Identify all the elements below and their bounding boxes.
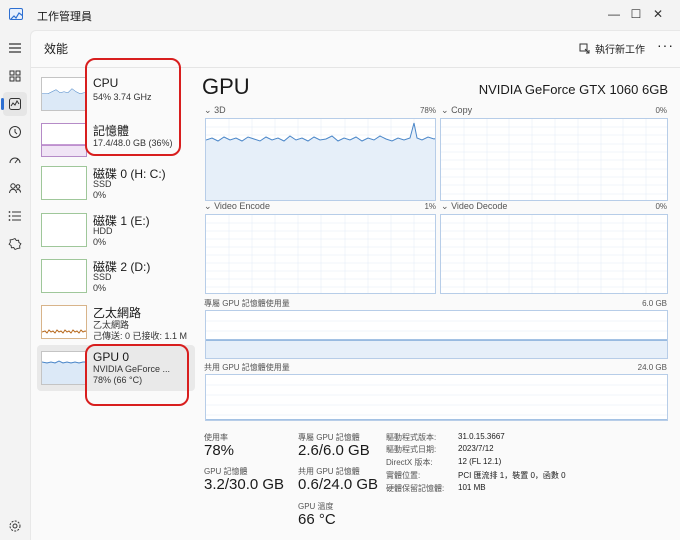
left-navigation <box>0 30 30 540</box>
engine-3d-graph-svg <box>206 119 435 200</box>
disk-1-thumbnail-graph <box>41 213 87 247</box>
gpu-temperature-value: 66 °C <box>298 511 336 528</box>
page-title: 效能 <box>44 42 69 56</box>
device-detail: 17.4/48.0 GB (36%) <box>93 138 173 148</box>
cpu-thumbnail-graph <box>41 77 87 111</box>
close-button[interactable]: ✕ <box>636 0 680 30</box>
engine-video-encode-percent: 1% <box>424 202 436 211</box>
chevron-down-icon: ⌄ <box>441 201 449 211</box>
users-icon[interactable] <box>3 176 27 200</box>
hardware-reserved-memory-label: 硬體保留記憶體: <box>386 484 445 493</box>
engine-3d-graph <box>205 118 436 201</box>
app-history-icon[interactable] <box>3 120 27 144</box>
settings-icon[interactable] <box>3 514 27 538</box>
task-manager-app-icon <box>9 8 23 20</box>
device-name: GPU 0 <box>93 350 130 364</box>
engine-copy-percent: 0% <box>655 106 667 115</box>
device-throughput: 己傳送: 0 已接收: 1.1 M <box>93 331 188 341</box>
physical-location-label: 實體位置: <box>386 471 421 480</box>
device-cpu[interactable]: CPU 54% 3.74 GHz <box>37 71 195 117</box>
title-bar: 工作管理員 — ☐ ✕ <box>0 0 680 30</box>
engine-video-encode-graph <box>205 214 436 294</box>
gpu-model: NVIDIA GeForce GTX 1060 6GB <box>478 82 668 97</box>
physical-location-value: PCI 匯流排 1，裝置 0，函數 0 <box>458 471 566 480</box>
device-type: SSD <box>93 179 112 189</box>
shared-memory-graph <box>205 374 668 421</box>
ethernet-thumbnail-graph <box>41 305 87 339</box>
run-new-task-button[interactable]: 執行新工作 <box>579 41 645 56</box>
device-name: CPU <box>93 76 119 90</box>
run-new-task-label: 執行新工作 <box>595 45 645 56</box>
directx-version-label: DirectX 版本: <box>386 458 433 467</box>
shared-memory-graph-svg <box>206 384 667 420</box>
driver-version-value: 31.0.15.3667 <box>458 432 505 441</box>
dedicated-memory-max: 6.0 GB <box>642 299 667 308</box>
more-options-button[interactable]: ··· <box>657 37 674 53</box>
engine-video-decode-percent: 0% <box>655 202 667 211</box>
chevron-down-icon: ⌄ <box>204 201 212 211</box>
device-type: SSD <box>93 272 112 282</box>
device-detail: 54% 3.74 GHz <box>93 92 152 102</box>
device-usage: 0% <box>93 190 107 200</box>
disk-0-thumbnail-graph <box>41 166 87 200</box>
services-icon[interactable] <box>3 232 27 256</box>
chevron-down-icon: ⌄ <box>204 105 212 115</box>
engine-copy-label[interactable]: ⌄ Copy <box>441 105 472 116</box>
device-gpu-0[interactable]: GPU 0 NVIDIA GeForce ... 78% (66 °C) <box>37 345 195 391</box>
engine-video-decode-graph <box>440 214 668 294</box>
performance-page: 效能 執行新工作 ··· CPU 54% 3.74 GHz 記憶體 17.4/4… <box>30 30 680 540</box>
disk-2-thumbnail-graph <box>41 259 87 293</box>
hamburger-menu-icon[interactable] <box>3 36 27 60</box>
dedicated-memory-label: 專屬 GPU 記憶體使用量 <box>204 299 290 308</box>
shared-memory-stat-value: 0.6/24.0 GB <box>298 476 379 493</box>
gpu-thumbnail-graph <box>41 351 87 385</box>
shared-memory-label: 共用 GPU 記憶體使用量 <box>204 363 290 372</box>
processes-icon[interactable] <box>3 64 27 88</box>
device-disk-2[interactable]: 磁碟 2 (D:) SSD 0% <box>37 253 195 299</box>
engine-video-encode-label[interactable]: ⌄ Video Encode <box>204 201 270 212</box>
engine-video-decode-graph-svg <box>441 215 667 293</box>
dedicated-memory-graph-svg <box>206 320 667 358</box>
hardware-reserved-memory-value: 101 MB <box>458 483 486 492</box>
driver-date-value: 2023/7/12 <box>458 444 494 453</box>
memory-thumbnail-graph <box>41 123 87 157</box>
app-title: 工作管理員 <box>37 11 92 23</box>
device-usage: 0% <box>93 283 107 293</box>
device-name: 記憶體 <box>93 124 130 138</box>
device-usage: 0% <box>93 237 107 247</box>
run-task-icon <box>579 43 590 54</box>
driver-version-label: 驅動程式版本: <box>386 433 437 442</box>
engine-3d-percent: 78% <box>419 106 436 115</box>
gpu-title: GPU <box>202 74 250 99</box>
chevron-down-icon: ⌄ <box>441 105 449 115</box>
performance-icon[interactable] <box>1 92 27 116</box>
engine-video-encode-graph-svg <box>206 215 435 293</box>
dedicated-memory-stat-value: 2.6/6.0 GB <box>298 442 370 459</box>
dedicated-memory-graph <box>205 310 668 359</box>
engine-3d-label[interactable]: ⌄ 3D <box>204 105 226 116</box>
device-ethernet[interactable]: 乙太網路 乙太網路 己傳送: 0 已接收: 1.1 M <box>37 299 195 345</box>
gpu-memory-stat-value: 3.2/30.0 GB <box>204 476 285 493</box>
device-memory[interactable]: 記憶體 17.4/48.0 GB (36%) <box>37 117 195 163</box>
device-usage: 78% (66 °C) <box>93 375 143 385</box>
shared-memory-max: 24.0 GB <box>637 363 667 372</box>
directx-version-value: 12 (FL 12.1) <box>458 457 502 466</box>
engine-copy-graph-svg <box>441 119 667 200</box>
device-disk-1[interactable]: 磁碟 1 (E:) HDD 0% <box>37 207 195 253</box>
driver-date-label: 驅動程式日期: <box>386 445 437 454</box>
engine-copy-graph <box>440 118 668 201</box>
header-divider <box>31 67 680 68</box>
device-disk-0[interactable]: 磁碟 0 (H: C:) SSD 0% <box>37 160 195 206</box>
utilization-value: 78% <box>204 442 235 459</box>
engine-video-decode-label[interactable]: ⌄ Video Decode <box>441 201 507 212</box>
device-model: NVIDIA GeForce ... <box>93 364 171 374</box>
startup-apps-icon[interactable] <box>3 148 27 172</box>
device-type: HDD <box>93 226 113 236</box>
details-icon[interactable] <box>3 204 27 228</box>
